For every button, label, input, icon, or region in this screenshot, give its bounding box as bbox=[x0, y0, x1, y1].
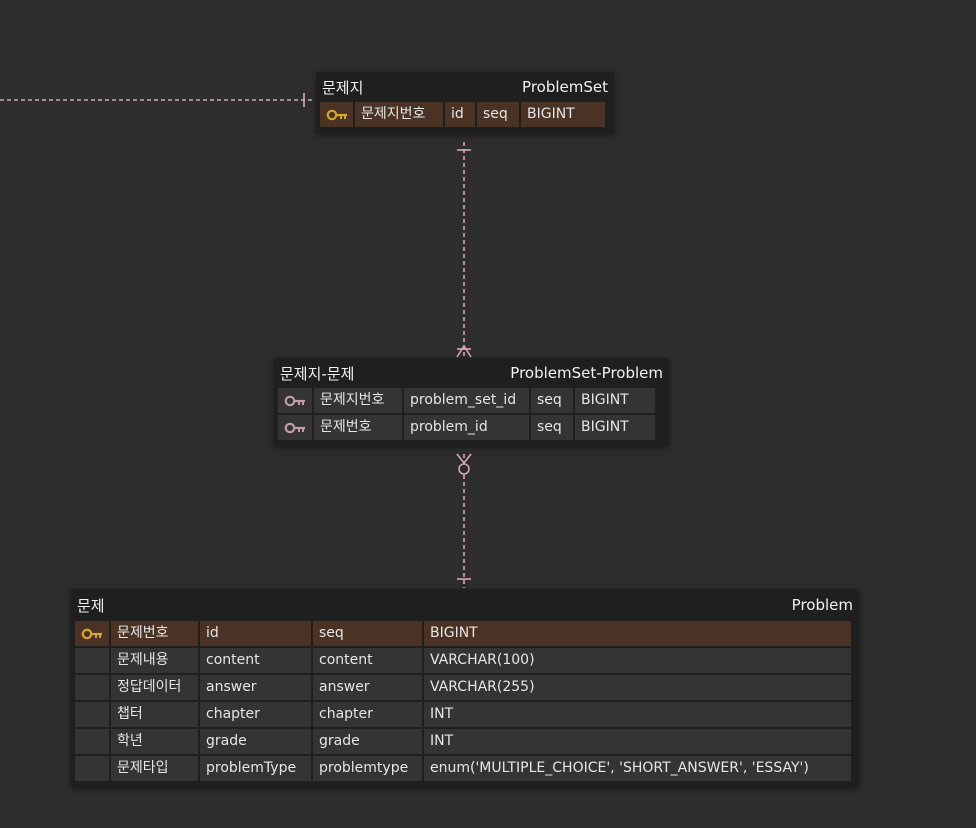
column-row[interactable]: 문제지번호 problem_set_id seq BIGINT bbox=[278, 388, 665, 413]
key-cell-empty bbox=[75, 675, 109, 700]
column-physical-name: content bbox=[200, 648, 311, 673]
column-physical-name: problem_id bbox=[404, 415, 529, 440]
entity-problemset-problem[interactable]: 문제지-문제 ProblemSet-Problem 문제지번호 problem_… bbox=[274, 358, 669, 446]
entity-physical-name: ProblemSet bbox=[522, 78, 608, 96]
column-domain: chapter bbox=[313, 702, 422, 727]
column-row[interactable]: 문제내용 content content VARCHAR(100) bbox=[75, 648, 855, 673]
entity-logical-name: 문제 bbox=[77, 596, 105, 615]
key-cell-empty bbox=[75, 729, 109, 754]
column-domain: content bbox=[313, 648, 422, 673]
column-physical-name: grade bbox=[200, 729, 311, 754]
column-logical-name: 문제타입 bbox=[111, 756, 198, 781]
entity-logical-name: 문제지 bbox=[322, 78, 364, 97]
key-cell-empty bbox=[75, 756, 109, 781]
column-physical-name: id bbox=[200, 621, 311, 646]
column-domain: answer bbox=[313, 675, 422, 700]
entity-header[interactable]: 문제지 ProblemSet bbox=[316, 72, 614, 102]
column-type: VARCHAR(100) bbox=[424, 648, 851, 673]
column-logical-name: 문제번호 bbox=[314, 415, 402, 440]
column-type: INT bbox=[424, 702, 851, 727]
column-type: BIGINT bbox=[424, 621, 851, 646]
column-type: BIGINT bbox=[575, 388, 655, 413]
entity-physical-name: ProblemSet-Problem bbox=[510, 364, 663, 382]
column-domain: seq bbox=[477, 102, 519, 127]
column-physical-name: id bbox=[445, 102, 475, 127]
column-type: INT bbox=[424, 729, 851, 754]
column-physical-name: problem_set_id bbox=[404, 388, 529, 413]
relation-many-marker bbox=[463, 453, 472, 464]
column-domain: grade bbox=[313, 729, 422, 754]
entity-problemset[interactable]: 문제지 ProblemSet 문제지번호 id seq BIGINT bbox=[316, 72, 614, 133]
column-row[interactable]: 학년 grade grade INT bbox=[75, 729, 855, 754]
column-logical-name: 정답데이터 bbox=[111, 675, 198, 700]
column-type: BIGINT bbox=[521, 102, 605, 127]
relation-zero-marker bbox=[458, 463, 470, 475]
column-physical-name: chapter bbox=[200, 702, 311, 727]
column-row[interactable]: 챕터 chapter chapter INT bbox=[75, 702, 855, 727]
column-physical-name: problemType bbox=[200, 756, 311, 781]
column-type: enum('MULTIPLE_CHOICE', 'SHORT_ANSWER', … bbox=[424, 756, 851, 781]
relation-many-marker bbox=[463, 345, 472, 358]
column-physical-name: answer bbox=[200, 675, 311, 700]
fk-key-icon bbox=[278, 415, 312, 440]
column-row[interactable]: 문제타입 problemType problemtype enum('MULTI… bbox=[75, 756, 855, 781]
column-logical-name: 챕터 bbox=[111, 702, 198, 727]
column-logical-name: 문제내용 bbox=[111, 648, 198, 673]
pk-key-icon bbox=[320, 102, 353, 127]
column-row[interactable]: 정답데이터 answer answer VARCHAR(255) bbox=[75, 675, 855, 700]
fk-key-icon bbox=[278, 388, 312, 413]
relation-many-marker bbox=[456, 345, 465, 358]
column-logical-name: 문제번호 bbox=[111, 621, 198, 646]
relation-many-marker bbox=[456, 453, 465, 464]
column-row[interactable]: 문제번호 id seq BIGINT bbox=[75, 621, 855, 646]
entity-problem[interactable]: 문제 Problem 문제번호 id seq BIGINT 문제내용 conte… bbox=[71, 589, 859, 787]
key-cell-empty bbox=[75, 702, 109, 727]
entity-header[interactable]: 문제지-문제 ProblemSet-Problem bbox=[274, 358, 669, 388]
column-logical-name: 문제지번호 bbox=[355, 102, 443, 127]
column-domain: seq bbox=[531, 415, 573, 440]
column-logical-name: 문제지번호 bbox=[314, 388, 402, 413]
entity-header[interactable]: 문제 Problem bbox=[71, 589, 859, 621]
column-type: VARCHAR(255) bbox=[424, 675, 851, 700]
column-logical-name: 학년 bbox=[111, 729, 198, 754]
column-row[interactable]: 문제번호 problem_id seq BIGINT bbox=[278, 415, 665, 440]
entity-logical-name: 문제지-문제 bbox=[280, 364, 355, 383]
key-cell-empty bbox=[75, 648, 109, 673]
pk-key-icon bbox=[75, 621, 109, 646]
column-row[interactable]: 문제지번호 id seq BIGINT bbox=[320, 102, 610, 127]
column-domain: seq bbox=[531, 388, 573, 413]
column-domain: problemtype bbox=[313, 756, 422, 781]
column-domain: seq bbox=[313, 621, 422, 646]
column-type: BIGINT bbox=[575, 415, 655, 440]
entity-physical-name: Problem bbox=[791, 596, 853, 614]
